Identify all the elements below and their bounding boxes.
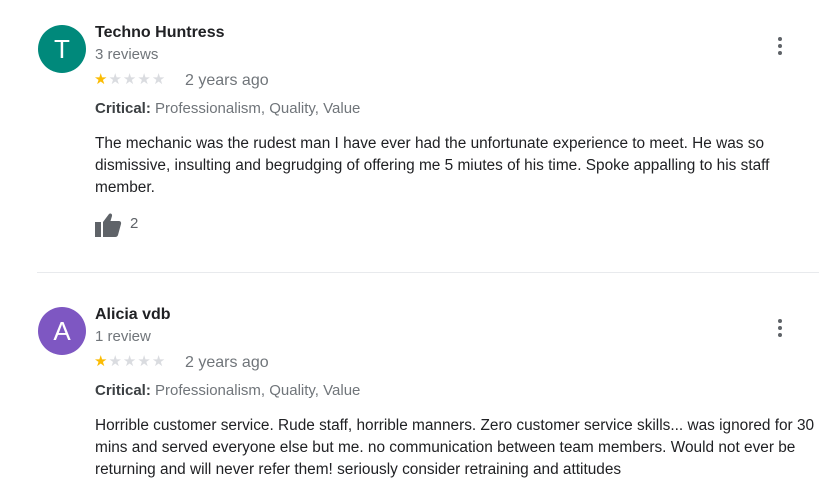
thumb-up-icon	[95, 213, 122, 237]
review-date: 2 years ago	[185, 72, 269, 89]
critical-label: Critical:	[95, 100, 151, 117]
critical-summary: Critical: Professionalism, Quality, Valu…	[95, 382, 360, 399]
review-card: T Techno Huntress 3 reviews ★★★★★ 2 year…	[0, 0, 827, 272]
avatar[interactable]: A	[38, 307, 86, 355]
star-icon: ★	[151, 353, 167, 370]
avatar[interactable]: T	[38, 25, 86, 73]
star-icon: ★	[94, 353, 109, 370]
review-text: The mechanic was the rudest man I have e…	[95, 135, 770, 196]
more-options-icon[interactable]	[768, 316, 792, 340]
star-rating: ★★★★★	[94, 353, 166, 371]
review-date: 2 years ago	[185, 354, 269, 371]
review-text: Horrible customer service. Rude staff, h…	[95, 417, 815, 478]
critical-items: Professionalism, Quality, Value	[155, 382, 361, 399]
star-icon: ★	[122, 353, 138, 370]
like-count: 2	[130, 215, 139, 232]
critical-items: Professionalism, Quality, Value	[155, 100, 361, 117]
star-icon: ★	[108, 353, 123, 370]
star-icon: ★	[151, 71, 167, 88]
star-icon: ★	[94, 71, 109, 88]
star-icon: ★	[137, 71, 152, 88]
star-icon: ★	[108, 71, 123, 88]
critical-label: Critical:	[95, 382, 151, 399]
avatar-letter: A	[53, 316, 71, 346]
avatar-letter: T	[54, 34, 70, 64]
star-rating: ★★★★★	[94, 71, 166, 89]
reviewer-review-count: 3 reviews	[95, 46, 159, 63]
star-icon: ★	[137, 353, 152, 370]
review-card: A Alicia vdb 1 review ★★★★★ 2 years ago …	[0, 282, 827, 487]
star-icon: ★	[122, 71, 138, 88]
critical-summary: Critical: Professionalism, Quality, Valu…	[95, 100, 360, 117]
more-options-icon[interactable]	[768, 34, 792, 58]
reviewer-review-count: 1 review	[95, 328, 151, 345]
review-divider	[37, 272, 819, 273]
reviewer-name[interactable]: Techno Huntress	[95, 24, 225, 42]
reviewer-name[interactable]: Alicia vdb	[95, 306, 171, 324]
like-button[interactable]: 2	[94, 212, 164, 238]
